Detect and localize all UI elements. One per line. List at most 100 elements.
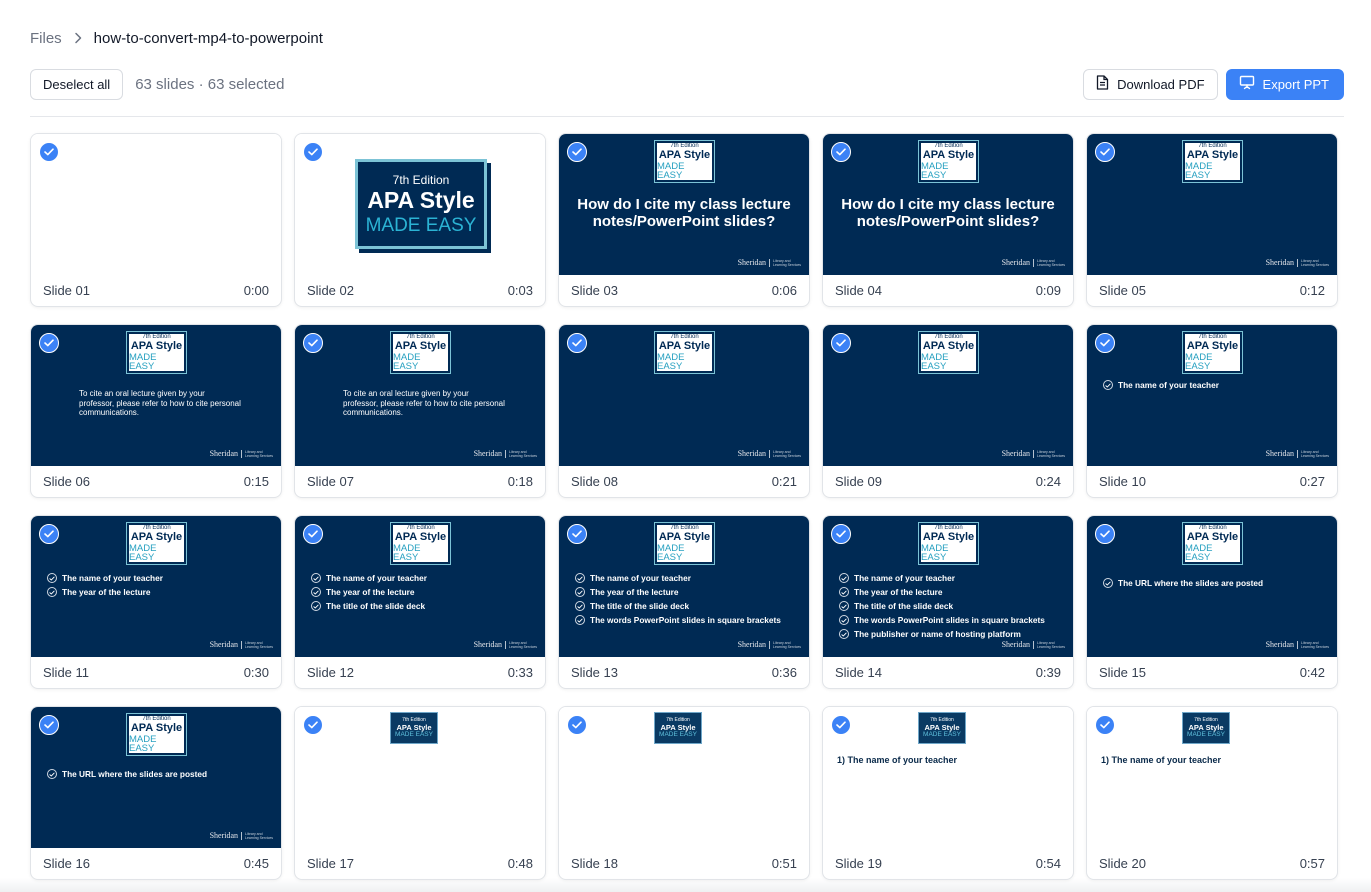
deselect-all-button[interactable]: Deselect all (30, 68, 124, 100)
slide-thumbnail[interactable]: 7th Edition APA Style MADE EASY How do I ci… (823, 134, 1073, 275)
sheridan-divider (769, 449, 770, 458)
slide-label: Slide 11 (43, 665, 90, 680)
selected-check-icon[interactable] (567, 142, 587, 162)
selected-check-icon[interactable] (1095, 142, 1115, 162)
selected-check-icon[interactable] (39, 524, 59, 544)
slide-thumbnail[interactable]: 7th Edition APA Style MADE EASY How do I ci… (559, 134, 809, 275)
slide-card[interactable]: 7th Edition APA Style MADE EASY 1) The name… (1086, 706, 1338, 880)
selected-check-icon[interactable] (567, 333, 587, 353)
slide-timestamp: 0:39 (1035, 665, 1061, 680)
slide-label: Slide 06 (43, 474, 90, 489)
check-circle-icon (839, 615, 849, 625)
selected-check-icon[interactable] (39, 142, 59, 162)
logo-subtitle: MADE EASY (1185, 351, 1213, 372)
slide-card[interactable]: 7th Edition APA Style MADE EASY How do I ci… (822, 133, 1074, 307)
slide-thumbnail[interactable]: 7th Edition APA Style MADE EASY The name of… (31, 516, 281, 657)
logo-edition: 7th Edition (934, 142, 963, 149)
slide-thumbnail[interactable]: 7th Edition APA Style MADE EASY 1) The name… (1087, 707, 1337, 848)
sheridan-divider (1297, 258, 1298, 267)
slide-thumbnail[interactable]: 7th Edition APA Style MADE EASY Sheridan Lib… (823, 325, 1073, 466)
checklist-item: The year of the lecture (839, 585, 1063, 599)
slide-card[interactable]: 7th Edition APA Style MADE EASY Sheridan Lib… (558, 324, 810, 498)
slide-card[interactable]: 7th Edition APA Style MADE EASY To cite an … (30, 324, 282, 498)
selected-check-icon[interactable] (831, 715, 851, 735)
selected-check-icon[interactable] (1095, 333, 1115, 353)
slide-thumbnail[interactable]: 7th Edition APA Style MADE EASY The name of… (1087, 325, 1337, 466)
logo-title: APA Style (1186, 530, 1239, 543)
selected-check-icon[interactable] (831, 142, 851, 162)
sheridan-wordmark: Sheridan (1265, 640, 1294, 649)
slide-thumbnail[interactable]: 7th Edition APA Style MADE EASY (295, 707, 545, 848)
sheridan-divider (1033, 640, 1034, 649)
slide-card[interactable]: 7th Edition APA Style MADE EASY To cite an … (294, 324, 546, 498)
selected-check-icon[interactable] (39, 333, 59, 353)
sheridan-divider (1297, 640, 1298, 649)
selected-check-icon[interactable] (303, 524, 323, 544)
selected-check-icon[interactable] (567, 524, 587, 544)
selected-check-icon[interactable] (303, 715, 323, 735)
sheridan-subtitle: Library and Learning Services (509, 640, 538, 649)
download-pdf-button[interactable]: Download PDF (1083, 68, 1218, 100)
sheridan-wordmark: Sheridan (1001, 449, 1030, 458)
checklist-item-text: The year of the lecture (854, 587, 943, 597)
sheridan-divider (241, 831, 242, 840)
slide-card[interactable]: 7th Edition APA Style MADE EASY The name of… (30, 515, 282, 689)
slide-thumbnail[interactable]: 7th Edition APA Style MADE EASY Sheridan Lib… (1087, 134, 1337, 275)
slide-thumbnail[interactable] (31, 134, 281, 275)
slide-thumbnail[interactable]: 7th Edition APA Style MADE EASY The URL whe… (31, 707, 281, 848)
slide-checklist: The name of your teacher The year of the … (311, 571, 535, 613)
selected-check-icon[interactable] (831, 524, 851, 544)
slide-thumbnail[interactable]: 7th Edition APA Style MADE EASY 1) The name… (823, 707, 1073, 848)
slide-card[interactable]: 7th Edition APA Style MADE EASY The URL whe… (30, 706, 282, 880)
apa-style-logo: 7th Edition APA Style MADE EASY (654, 712, 702, 744)
slide-card[interactable]: 7th Edition APA Style MADE EASY 1) The name… (822, 706, 1074, 880)
slide-card[interactable]: 7th Edition APA Style MADE EASY The name of… (822, 515, 1074, 689)
slide-card[interactable]: 7th Edition APA Style MADE EASY Slide 02 0:0… (294, 133, 546, 307)
document-icon (1096, 75, 1109, 93)
sheridan-logo: Sheridan Library and Learning Services (1002, 640, 1065, 649)
slide-thumbnail[interactable]: 7th Edition APA Style MADE EASY (559, 707, 809, 848)
checklist-item: The name of your teacher (47, 571, 271, 585)
slide-thumbnail[interactable]: 7th Edition APA Style MADE EASY The name of… (559, 516, 809, 657)
selected-check-icon[interactable] (1095, 524, 1115, 544)
selected-check-icon[interactable] (831, 333, 851, 353)
slide-card[interactable]: Slide 01 0:00 (30, 133, 282, 307)
slide-card[interactable]: 7th Edition APA Style MADE EASY Slide 17 0:4… (294, 706, 546, 880)
slide-thumbnail[interactable]: 7th Edition APA Style MADE EASY To cite an … (295, 325, 545, 466)
slide-thumbnail[interactable]: 7th Edition APA Style MADE EASY The URL whe… (1087, 516, 1337, 657)
logo-edition: 7th Edition (666, 716, 690, 723)
selected-check-icon[interactable] (39, 715, 59, 735)
selected-check-icon[interactable] (1095, 715, 1115, 735)
slide-card[interactable]: 7th Edition APA Style MADE EASY The name of… (294, 515, 546, 689)
slide-thumbnail[interactable]: 7th Edition APA Style MADE EASY (295, 134, 545, 275)
slide-caption: Slide 18 0:51 (559, 848, 809, 879)
logo-subtitle: MADE EASY (657, 160, 685, 181)
export-ppt-button[interactable]: Export PPT (1225, 68, 1344, 100)
logo-title: APA Style (130, 721, 183, 734)
slide-timestamp: 0:57 (1299, 856, 1325, 871)
slide-caption: Slide 01 0:00 (31, 275, 281, 306)
slide-thumbnail[interactable]: 7th Edition APA Style MADE EASY The name of… (823, 516, 1073, 657)
slide-card[interactable]: 7th Edition APA Style MADE EASY The name of… (558, 515, 810, 689)
selected-check-icon[interactable] (567, 715, 587, 735)
slide-card[interactable]: 7th Edition APA Style MADE EASY Sheridan Lib… (1086, 133, 1338, 307)
apa-style-logo: 7th Edition APA Style MADE EASY (390, 712, 438, 744)
slide-thumbnail[interactable]: 7th Edition APA Style MADE EASY The name of… (295, 516, 545, 657)
slide-checklist: The URL where the slides are posted (1103, 576, 1327, 590)
slide-thumbnail[interactable]: 7th Edition APA Style MADE EASY To cite an … (31, 325, 281, 466)
slide-card[interactable]: 7th Edition APA Style MADE EASY How do I ci… (558, 133, 810, 307)
breadcrumb-files-link[interactable]: Files (30, 30, 62, 47)
sheridan-subtitle: Library and Learning Services (773, 640, 802, 649)
slide-card[interactable]: 7th Edition APA Style MADE EASY The name of… (1086, 324, 1338, 498)
slide-timestamp: 0:03 (507, 283, 533, 298)
slide-card[interactable]: 7th Edition APA Style MADE EASY Slide 18 0:5… (558, 706, 810, 880)
logo-title: APA Style (922, 530, 975, 543)
slide-card[interactable]: 7th Edition APA Style MADE EASY Sheridan Lib… (822, 324, 1074, 498)
checklist-item: The title of the slide deck (839, 599, 1063, 613)
slide-card[interactable]: 7th Edition APA Style MADE EASY The URL whe… (1086, 515, 1338, 689)
selected-check-icon[interactable] (303, 333, 323, 353)
sheridan-wordmark: Sheridan (1265, 258, 1294, 267)
selected-check-icon[interactable] (303, 142, 323, 162)
slide-thumbnail[interactable]: 7th Edition APA Style MADE EASY Sheridan Lib… (559, 325, 809, 466)
checklist-item-text: The name of your teacher (62, 573, 163, 583)
